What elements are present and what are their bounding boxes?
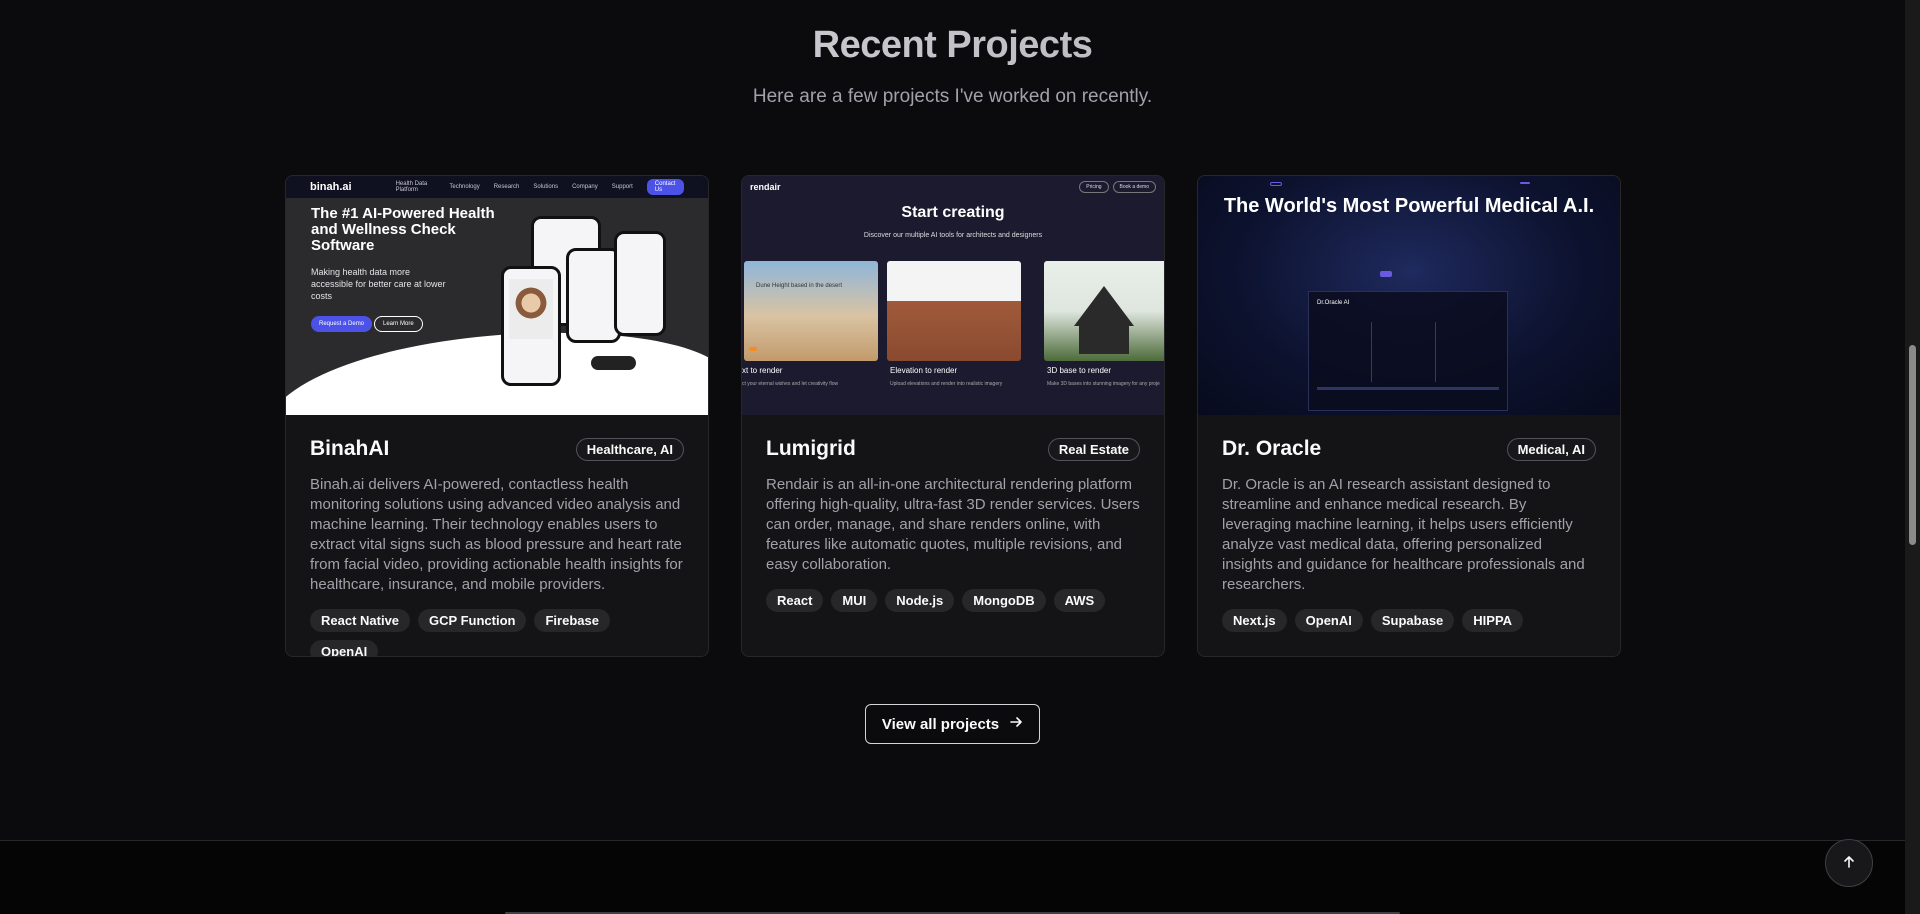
preview-tile-title: Elevation to render (890, 366, 958, 375)
tech-stack: React MUI Node.js MongoDB AWS (766, 589, 1140, 612)
category-badge: Medical, AI (1506, 437, 1596, 461)
preview-nav-item: Solutions (533, 184, 559, 190)
tech-chip: OpenAI (310, 640, 379, 656)
preview-headline: The World's Most Powerful Medical A.I. (1223, 195, 1595, 217)
preview-nav-item: Research (493, 184, 520, 190)
tech-chip: HIPPA (1462, 609, 1524, 632)
project-preview-image: The World's Most Powerful Medical A.I. D… (1198, 176, 1620, 415)
tech-stack: Next.js OpenAI Supabase HIPPA (1222, 609, 1596, 632)
preview-prompt: Dune Height based in the desert (756, 283, 843, 289)
project-description: Dr. Oracle is an AI research assistant d… (1222, 476, 1585, 593)
preview-headline: Start creating (901, 204, 1005, 221)
project-description: Binah.ai delivers AI-powered, contactles… (310, 476, 683, 593)
preview-secondary-button: Learn More (374, 316, 423, 332)
project-title: BinahAI (310, 437, 390, 460)
arrow-right-icon (1009, 715, 1023, 733)
preview-nav-item: Book a demo (1112, 181, 1156, 193)
tech-chip: Node.js (885, 589, 955, 612)
preview-tile-desc: ct your eternal wishes and let creativit… (742, 381, 839, 387)
preview-nav-item: Support (611, 184, 633, 190)
preview-nav-item: Technology (449, 184, 480, 190)
preview-nav-item: Health Data Platform (395, 181, 428, 193)
preview-tile-elevation (887, 261, 1021, 361)
scroll-to-top-button[interactable] (1825, 839, 1873, 887)
preview-nav: binah.ai Health Data Platform Technology… (286, 176, 708, 198)
category-badge: Healthcare, AI (575, 437, 684, 461)
preview-body-text (311, 399, 683, 413)
project-preview-image: rendair Pricing Book a demo Start creati… (742, 176, 1164, 415)
tech-chip: React Native (310, 609, 411, 632)
project-card-binahai[interactable]: binah.ai Health Data Platform Technology… (285, 175, 709, 657)
preview-nav: rendair Pricing Book a demo (742, 176, 1164, 198)
preview-wearable (591, 356, 636, 370)
footer (0, 841, 1905, 914)
preview-tile-title: xt to render (742, 366, 783, 375)
preview-tile-desc: Make 3D bases into stunning imagery for … (1047, 381, 1160, 387)
project-cards: binah.ai Health Data Platform Technology… (285, 175, 1621, 657)
preview-subline: Discover our multiple AI tools for archi… (863, 232, 1043, 239)
view-all-projects-button[interactable]: View all projects (865, 704, 1040, 744)
preview-tile-desc: Upload elevations and render into realis… (890, 381, 1003, 387)
category-badge: Real Estate (1047, 437, 1140, 461)
preview-headline: The #1 AI-Powered Health and Wellness Ch… (311, 205, 495, 254)
arrow-up-icon (1842, 855, 1856, 872)
preview-device (566, 248, 621, 343)
preview-device (614, 231, 666, 336)
preview-device (501, 266, 561, 386)
preview-panel-title: Dr.Oracle AI (1317, 300, 1350, 306)
project-card-dr-oracle[interactable]: The World's Most Powerful Medical A.I. D… (1197, 175, 1621, 657)
project-title: Lumigrid (766, 437, 856, 460)
project-preview-image: binah.ai Health Data Platform Technology… (286, 176, 708, 415)
preview-logo: binah.ai (310, 181, 352, 193)
preview-tile-desert: Dune Height based in the desert (744, 261, 878, 361)
preview-primary-button: Request a Demo (311, 316, 373, 332)
preview-logo: rendair (750, 182, 781, 192)
preview-nav-item: Company (572, 184, 598, 190)
tech-chip: React (766, 589, 824, 612)
tech-chip: AWS (1053, 589, 1106, 612)
tech-chip: OpenAI (1294, 609, 1363, 632)
scrollbar-thumb[interactable] (1909, 345, 1916, 545)
tech-chip: Supabase (1370, 609, 1455, 632)
section-subtitle: Here are a few projects I've worked on r… (752, 86, 1153, 107)
tech-chip: GCP Function (418, 609, 527, 632)
preview-nav-cta: Contact Us (646, 179, 684, 195)
preview-tile-title: 3D base to render (1047, 366, 1112, 375)
page-scrollbar[interactable] (1905, 0, 1920, 914)
project-description: Rendair is an all-in-one architectural r… (766, 476, 1140, 573)
tech-chip: MongoDB (962, 589, 1046, 612)
tech-chip: MUI (831, 589, 878, 612)
tech-chip: Firebase (534, 609, 610, 632)
preview-subline: Making health data more accessible for b… (311, 267, 446, 301)
preview-panel: Dr.Oracle AI (1308, 291, 1508, 411)
project-card-lumigrid[interactable]: rendair Pricing Book a demo Start creati… (741, 175, 1165, 657)
preview-tile-3d (1044, 261, 1164, 361)
view-all-label: View all projects (881, 715, 1000, 733)
project-title: Dr. Oracle (1222, 437, 1322, 460)
preview-face (509, 279, 553, 339)
preview-top-chip (1520, 182, 1530, 184)
tech-chip: Next.js (1222, 609, 1287, 632)
tech-stack: React Native GCP Function Firebase OpenA… (310, 609, 684, 656)
preview-cta (1380, 271, 1392, 277)
preview-top-chip (1270, 182, 1282, 186)
preview-tile-button (749, 347, 757, 351)
preview-nav-item: Pricing (1079, 181, 1109, 193)
section-title: Recent Projects (0, 24, 1905, 67)
